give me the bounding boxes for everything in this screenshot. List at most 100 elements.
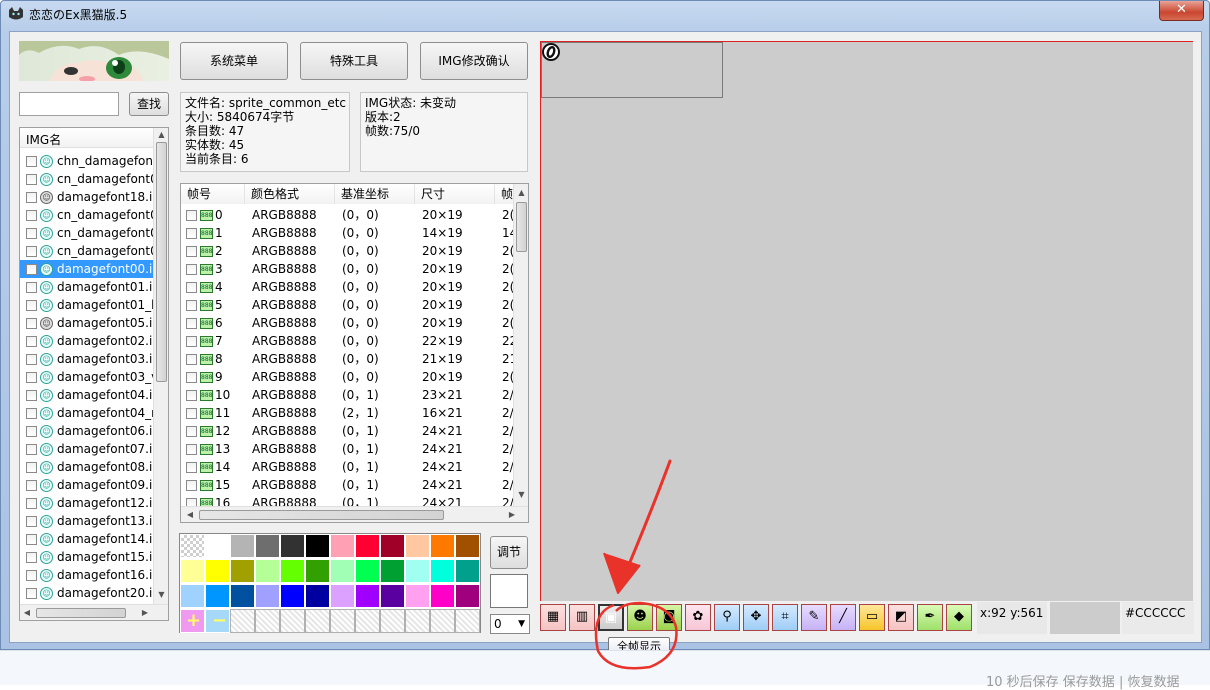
palette-swatch[interactable] [205,584,230,608]
palette-swatch[interactable] [355,609,380,633]
frame-table-vscrollbar[interactable]: ▲ ▼ [513,184,528,506]
palette-swatch[interactable] [330,609,355,633]
checkbox[interactable] [26,174,37,185]
img-list[interactable]: IMG名 ☺ chn_damagefont ☺ cn_damagefont0 ☺ dama… [19,127,169,621]
remove-color-button[interactable]: − [205,609,230,633]
palette-swatch[interactable] [180,534,205,558]
scroll-down-icon[interactable]: ▼ [154,590,168,599]
checkbox[interactable] [26,408,37,419]
checkbox[interactable] [186,444,197,455]
adjust-button[interactable]: 调节 [490,536,528,569]
system-menu-button[interactable]: 系统菜单 [180,42,288,80]
checkbox[interactable] [26,300,37,311]
magnifier-tool-button[interactable]: ⚲ [714,604,740,631]
table-row[interactable]: 8880 ARGB8888 (0，0) 20×19 2( [181,206,513,224]
list-item[interactable]: ☺ damagefont15.in [20,548,153,566]
list-item[interactable]: ☺ damagefont12.in [20,494,153,512]
palette-swatch[interactable] [380,609,405,633]
palette-swatch[interactable] [280,609,305,633]
eyedropper-tool-button[interactable]: ✒ [917,604,943,631]
crop-tool-button[interactable]: ⌗ [772,604,798,631]
list-item[interactable]: ☺ damagefont07.in [20,440,153,458]
checkbox[interactable] [186,426,197,437]
checkbox[interactable] [186,390,197,401]
palette-swatch[interactable] [355,584,380,608]
checkbox[interactable] [26,498,37,509]
checkbox[interactable] [26,516,37,527]
checkbox[interactable] [26,372,37,383]
table-row[interactable]: 8887 ARGB8888 (0，0) 22×19 22 [181,332,513,350]
palette-swatch[interactable] [380,559,405,583]
checkbox[interactable] [186,480,197,491]
checkbox[interactable] [186,498,197,506]
checkbox[interactable] [26,156,37,167]
palette-index-select[interactable]: 0 ▼ [490,614,530,634]
palette-swatch[interactable] [230,534,255,558]
bucket-tool-button[interactable]: ◆ [946,604,972,631]
list-item[interactable]: ☺ damagefont00.in [20,260,153,278]
checkbox[interactable] [186,228,197,239]
add-color-button[interactable]: + [180,609,205,633]
list-item[interactable]: ☺ damagefont08.in [20,458,153,476]
list-item[interactable]: ☺ cn_damagefont0 [20,242,153,260]
search-button[interactable]: 查找 [129,92,169,116]
list-item[interactable]: ☺ cn_damagefont0 [20,206,153,224]
table-row[interactable]: 888 11 ARGB8888 (2，1) 16×21 2/ [181,404,513,422]
img-list-scroll-thumb[interactable] [156,142,167,382]
palette-swatch[interactable] [330,584,355,608]
palette-swatch[interactable] [280,584,305,608]
palette-swatch[interactable] [405,534,430,558]
palette-swatch[interactable] [280,534,305,558]
table-row[interactable]: 8883 ARGB8888 (0，0) 20×19 2( [181,260,513,278]
checkbox[interactable] [26,552,37,563]
frame-table-hscroll-thumb[interactable] [199,510,444,520]
list-item[interactable]: ☺ damagefont16.in [20,566,153,584]
frame-table[interactable]: 帧号颜色格式基准坐标尺寸帧 8880ARGB8888(0，0)20×192(88… [180,183,529,523]
checkbox[interactable] [186,282,197,293]
title-bar[interactable]: 恋恋のEx黑猫版.5 ✕ [1,1,1209,31]
checkbox[interactable] [26,354,37,365]
scroll-up-icon[interactable]: ▲ [154,130,168,139]
img-list-hscrollbar[interactable]: ◀ ▶ [20,604,168,620]
img-list-hscroll-thumb[interactable] [36,608,126,618]
scroll-left-icon[interactable]: ◀ [22,608,32,617]
table-row[interactable]: 8882 ARGB8888 (0，0) 20×19 2( [181,242,513,260]
list-item[interactable]: ☺ damagefont04.in [20,386,153,404]
list-item[interactable]: ☺ damagefont18.in [20,188,153,206]
palette-swatch[interactable] [405,584,430,608]
checkbox[interactable] [186,210,197,221]
scroll-right-icon[interactable]: ▶ [140,608,150,617]
table-row[interactable]: 888 15 ARGB8888 (0，1) 24×21 2/ [181,476,513,494]
list-item[interactable]: ☺ cn_damagefont0 [20,224,153,242]
checkbox[interactable] [26,192,37,203]
checkbox[interactable] [26,570,37,581]
palette-swatch[interactable] [180,559,205,583]
checkbox[interactable] [26,282,37,293]
palette-swatch[interactable] [430,534,455,558]
column-header[interactable]: 颜色格式 [245,184,335,204]
checkbox[interactable] [26,264,37,275]
palette-swatch[interactable] [330,534,355,558]
palette-swatch[interactable] [230,559,255,583]
checkbox[interactable] [26,480,37,491]
palette-swatch[interactable] [430,609,455,633]
checkbox[interactable] [26,210,37,221]
scroll-left-icon[interactable]: ◀ [185,510,195,519]
scroll-down-icon[interactable]: ▼ [514,490,528,499]
table-row[interactable]: 888 12 ARGB8888 (0，1) 24×21 2/ [181,422,513,440]
palette-swatch[interactable] [330,559,355,583]
palette-swatch[interactable] [230,609,255,633]
list-item[interactable]: ☺ damagefont03.in [20,350,153,368]
checkbox[interactable] [26,228,37,239]
eraser-tool-button[interactable]: ◩ [888,604,914,631]
list-item[interactable]: ☺ damagefont01_b [20,296,153,314]
checkbox[interactable] [26,534,37,545]
palette-swatch[interactable] [355,534,380,558]
palette-swatch[interactable] [380,534,405,558]
palette-swatch[interactable] [405,609,430,633]
special-tools-button[interactable]: 特殊工具 [300,42,408,80]
palette-swatch[interactable] [380,584,405,608]
palette-swatch[interactable] [205,534,230,558]
list-item[interactable]: ☺ damagefont20.in [20,584,153,602]
frame-table-hscrollbar[interactable]: ◀ ▶ [181,506,528,522]
